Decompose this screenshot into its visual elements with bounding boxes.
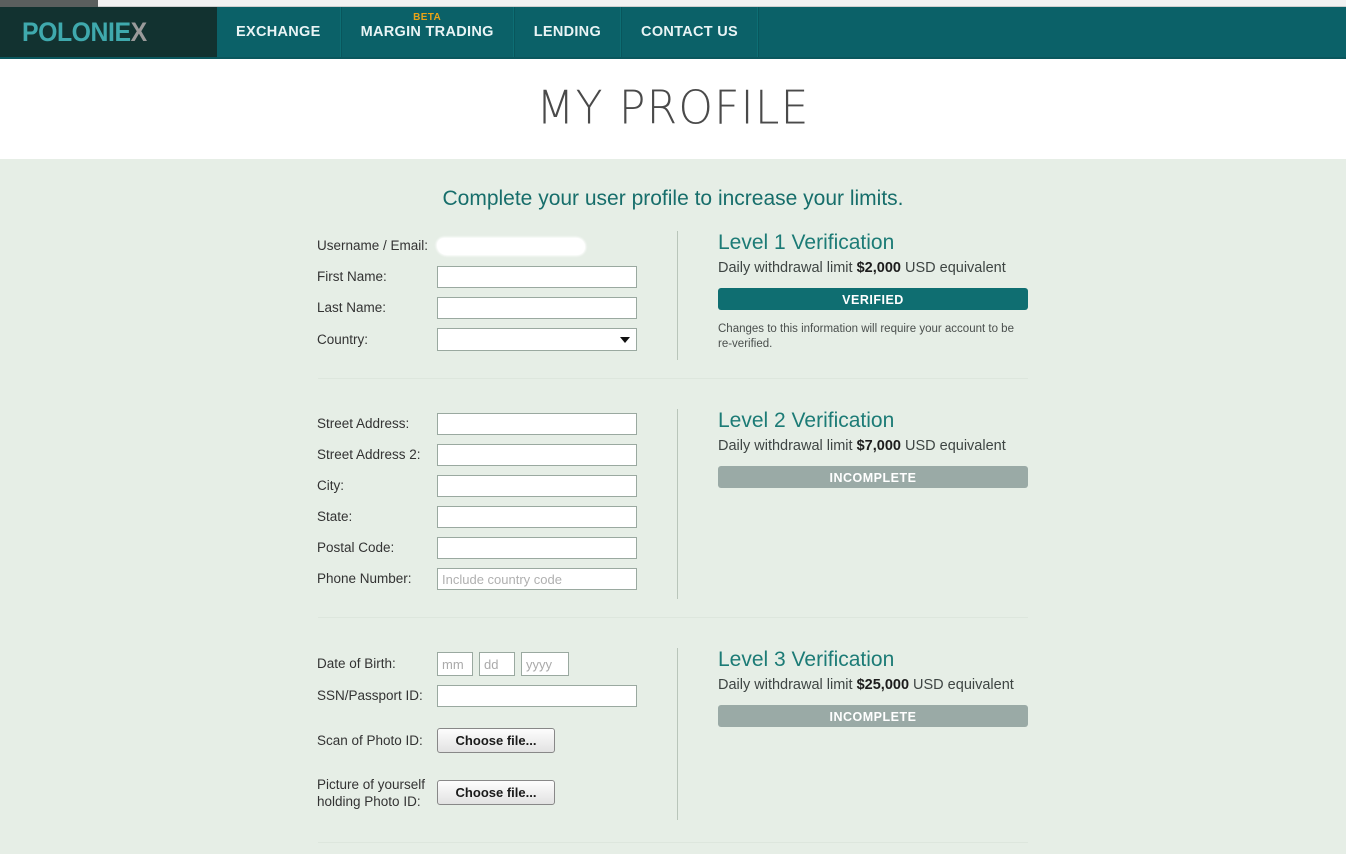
field-row-first-name: First Name:	[317, 266, 677, 288]
last-name-input[interactable]	[437, 297, 637, 319]
street-address-input[interactable]	[437, 413, 637, 435]
ssn-passport-label: SSN/Passport ID:	[317, 688, 423, 704]
street-address-2-label: Street Address 2:	[317, 447, 421, 463]
nav-item-contact-us[interactable]: CONTACT US	[621, 7, 759, 57]
field-row-street-address-2: Street Address 2:	[317, 444, 677, 466]
section-documents: Date of Birth: SSN/Passport ID: Scan of …	[317, 648, 1029, 820]
first-name-input[interactable]	[437, 266, 637, 288]
nav-item-contact-us-label: CONTACT US	[641, 24, 739, 40]
level-1-limit: Daily withdrawal limit $2,000 USD equiva…	[718, 260, 1030, 276]
level-3-limit-prefix: Daily withdrawal limit	[718, 677, 857, 694]
postal-code-label: Postal Code:	[317, 540, 395, 556]
dob-year-input[interactable]	[521, 652, 569, 676]
date-of-birth-group	[437, 652, 569, 676]
identity-form: Username / Email: First Name: Last Name:…	[317, 231, 677, 360]
chevron-down-icon	[620, 337, 630, 343]
field-row-selfie-photo-id: Picture of yourself holding Photo ID: Ch…	[317, 774, 677, 811]
nav-item-list: EXCHANGE BETA MARGIN TRADING LENDING CON…	[217, 7, 759, 57]
field-row-postal-code: Postal Code:	[317, 537, 677, 559]
field-row-last-name: Last Name:	[317, 297, 677, 319]
level-2-status-badge[interactable]: INCOMPLETE	[718, 466, 1028, 489]
first-name-label: First Name:	[317, 269, 387, 285]
street-address-2-input[interactable]	[437, 444, 637, 466]
section-address: Street Address: Street Address 2: City: …	[317, 409, 1029, 599]
navbar-filler	[758, 7, 1346, 57]
level-2-limit: Daily withdrawal limit $7,000 USD equiva…	[718, 438, 1029, 454]
section-identity: Username / Email: First Name: Last Name:…	[317, 231, 1029, 360]
field-row-ssn-passport: SSN/Passport ID:	[317, 685, 677, 707]
level-1-status-badge[interactable]: VERIFIED	[718, 288, 1028, 311]
postal-code-input[interactable]	[437, 537, 637, 559]
documents-form: Date of Birth: SSN/Passport ID: Scan of …	[317, 648, 677, 820]
level-1-limit-suffix: USD equivalent	[900, 260, 1006, 277]
main-navbar: POLONIEX EXCHANGE BETA MARGIN TRADING LE…	[0, 7, 1346, 59]
address-form: Street Address: Street Address 2: City: …	[317, 409, 677, 599]
level-1-note: Changes to this information will require…	[718, 323, 1014, 351]
beta-badge: BETA	[413, 12, 442, 23]
brand-wordmark-x: X	[130, 16, 148, 47]
page-title: MY PROFILE	[536, 81, 810, 136]
poloniex-logo[interactable]: POLONIEX	[0, 7, 217, 57]
brand-wordmark: POLONIEX	[22, 16, 148, 47]
scan-photo-id-label: Scan of Photo ID:	[317, 732, 423, 748]
city-input[interactable]	[437, 475, 637, 497]
level-2-panel: Level 2 Verification Daily withdrawal li…	[678, 409, 1029, 599]
field-row-phone-number: Phone Number:	[317, 568, 677, 590]
level-2-limit-amount: $7,000	[856, 438, 901, 455]
level-2-title: Level 2 Verification	[718, 409, 895, 432]
nav-item-margin-trading-label: MARGIN TRADING	[360, 24, 494, 40]
profile-main: Complete your user profile to increase y…	[0, 159, 1346, 854]
page-subtitle: Complete your user profile to increase y…	[442, 187, 904, 210]
country-select-wrap[interactable]	[437, 328, 637, 351]
date-of-birth-label: Date of Birth:	[317, 656, 396, 672]
profile-content: Username / Email: First Name: Last Name:…	[317, 231, 1029, 843]
page-header: MY PROFILE	[0, 61, 1346, 159]
field-row-username: Username / Email:	[317, 235, 677, 257]
level-3-status-badge[interactable]: INCOMPLETE	[718, 705, 1028, 728]
street-address-label: Street Address:	[317, 416, 410, 432]
username-label: Username / Email:	[317, 238, 429, 254]
browser-tab-stub	[0, 0, 98, 7]
level-1-limit-prefix: Daily withdrawal limit	[718, 260, 857, 277]
field-row-state: State:	[317, 506, 677, 528]
country-label: Country:	[317, 331, 369, 347]
nav-item-margin-trading[interactable]: BETA MARGIN TRADING	[340, 7, 514, 57]
level-2-limit-prefix: Daily withdrawal limit	[718, 438, 857, 455]
ssn-passport-input[interactable]	[437, 685, 637, 707]
phone-number-label: Phone Number:	[317, 571, 412, 587]
level-3-limit: Daily withdrawal limit $25,000 USD equiv…	[718, 677, 1029, 693]
level-3-title: Level 3 Verification	[718, 648, 895, 671]
section-divider-3	[318, 841, 1028, 843]
level-1-title: Level 1 Verification	[718, 231, 895, 254]
nav-item-lending[interactable]: LENDING	[513, 7, 622, 57]
level-2-limit-suffix: USD equivalent	[900, 438, 1006, 455]
level-1-limit-amount: $2,000	[856, 260, 901, 277]
dob-day-input[interactable]	[479, 652, 515, 676]
field-row-date-of-birth: Date of Birth:	[317, 652, 677, 676]
brand-wordmark-main: POLONIE	[22, 16, 131, 47]
last-name-label: Last Name:	[317, 300, 387, 316]
level-3-limit-amount: $25,000	[856, 677, 910, 694]
field-row-country: Country:	[317, 328, 677, 351]
scan-photo-id-choose-file-button[interactable]: Choose file...	[437, 728, 555, 753]
level-3-limit-suffix: USD equivalent	[909, 677, 1014, 694]
field-row-city: City:	[317, 475, 677, 497]
state-input[interactable]	[437, 506, 637, 528]
state-label: State:	[317, 509, 353, 525]
level-3-panel: Level 3 Verification Daily withdrawal li…	[678, 648, 1029, 820]
browser-chrome-sliver	[0, 0, 1346, 7]
username-redaction	[437, 237, 585, 255]
nav-item-exchange[interactable]: EXCHANGE	[217, 7, 341, 57]
field-row-street-address: Street Address:	[317, 413, 677, 435]
city-label: City:	[317, 478, 344, 494]
nav-item-exchange-label: EXCHANGE	[236, 24, 321, 40]
phone-number-input[interactable]	[437, 568, 637, 590]
selfie-photo-id-label: Picture of yourself holding Photo ID:	[317, 777, 426, 810]
dob-month-input[interactable]	[437, 652, 473, 676]
nav-item-lending-label: LENDING	[533, 24, 602, 40]
country-select[interactable]	[437, 328, 637, 351]
field-row-scan-photo-id: Scan of Photo ID: Choose file...	[317, 728, 677, 753]
level-1-panel: Level 1 Verification Daily withdrawal li…	[678, 231, 1030, 360]
selfie-photo-id-choose-file-button[interactable]: Choose file...	[437, 779, 555, 805]
